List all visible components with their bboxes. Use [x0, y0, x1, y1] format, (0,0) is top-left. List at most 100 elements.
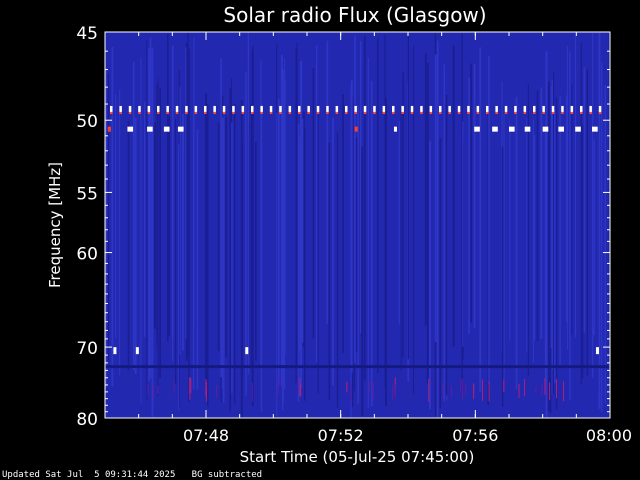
dotted-band-mark: [486, 105, 489, 112]
dotted-band-mark: [166, 105, 169, 112]
dotted-band-mark: [429, 105, 433, 112]
dotted-band-mark: [495, 105, 498, 112]
dotted-band-mark: [354, 105, 357, 112]
dotted-band-mark: [110, 105, 113, 112]
low-band-mark: [135, 347, 139, 355]
dotted-band-mark-red: [260, 111, 263, 114]
dotted-band-mark-red: [222, 111, 226, 114]
dotted-band-mark: [298, 105, 301, 112]
dotted-band-mark-red: [354, 111, 357, 114]
dotted-band-mark-red: [269, 111, 273, 114]
x-tick-label: 08:00: [586, 426, 632, 445]
dotted-band-mark: [204, 105, 207, 112]
band-segment: [393, 126, 397, 132]
dotted-band-mark: [288, 105, 292, 112]
dotted-band-mark-red: [598, 111, 602, 114]
dotted-band-mark-red: [439, 111, 442, 114]
dotted-band-mark: [476, 105, 480, 112]
dotted-band-mark-red: [166, 111, 169, 114]
dotted-band-mark-red: [392, 111, 395, 114]
x-tick-label: 07:52: [318, 426, 364, 445]
dotted-band-mark-red: [279, 111, 282, 114]
dotted-band-mark-red: [561, 111, 564, 114]
dotted-band-mark: [147, 105, 151, 112]
dotted-band-mark: [514, 105, 517, 112]
dotted-band-mark: [363, 105, 367, 112]
dotted-band-mark: [194, 105, 198, 112]
band-segment: [147, 126, 153, 132]
dotted-band-mark: [542, 105, 545, 112]
dotted-band-mark: [533, 105, 536, 112]
dotted-band-mark-red: [448, 111, 451, 114]
dotted-band-mark: [185, 105, 188, 112]
dotted-band-mark-red: [551, 111, 555, 114]
dotted-band-mark: [392, 105, 395, 112]
dotted-band-mark-red: [288, 111, 292, 114]
dotted-band-mark-red: [495, 111, 498, 114]
dotted-band-mark: [316, 105, 320, 112]
dotted-band-mark-red: [157, 111, 160, 114]
y-tick-label: 45: [76, 24, 98, 44]
x-tick-label: 07:56: [452, 426, 498, 445]
dotted-band-mark: [119, 105, 122, 112]
dotted-band-mark: [307, 105, 310, 112]
dotted-band-mark: [157, 105, 160, 112]
dotted-band-mark-red: [128, 111, 132, 114]
low-band-mark: [113, 347, 117, 355]
dotted-band-mark-red: [175, 111, 179, 114]
dotted-band-mark-red: [298, 111, 301, 114]
dotted-band-mark: [598, 105, 602, 112]
dotted-band-mark: [420, 105, 423, 112]
dotted-band-mark-red: [504, 111, 508, 114]
x-axis-label: Start Time (05-Jul-25 07:45:00): [240, 448, 475, 466]
dotted-band-mark-red: [533, 111, 536, 114]
dotted-band-mark: [373, 105, 376, 112]
band-segment: [575, 126, 581, 132]
dotted-band-mark-red: [410, 111, 414, 114]
dotted-band-mark: [551, 105, 555, 112]
dotted-band-mark-red: [241, 111, 245, 114]
dotted-band-mark: [504, 105, 508, 112]
dotted-band-mark-red: [420, 111, 423, 114]
y-tick-label: 60: [76, 245, 98, 265]
y-tick-label: 80: [76, 410, 98, 430]
dotted-band-mark: [467, 105, 470, 112]
footer-status: Updated Sat Jul 5 09:31:44 2025 BG subtr…: [2, 470, 263, 480]
dotted-band-mark: [561, 105, 564, 112]
spectrogram-chart: Solar radio Flux (Glasgow) 455055607080 …: [0, 0, 640, 480]
dotted-band-mark: [570, 105, 574, 112]
dotted-band-mark-red: [514, 111, 517, 114]
dotted-band-mark-red: [486, 111, 489, 114]
band-segment: [592, 126, 598, 132]
dotted-band-mark-red: [523, 111, 527, 114]
dotted-band-mark: [213, 105, 216, 112]
y-tick-label: 55: [76, 184, 98, 204]
dotted-band-mark-red: [401, 111, 404, 114]
band-segment: [474, 126, 480, 132]
dotted-band-mark-red: [429, 111, 433, 114]
band-segment: [354, 126, 358, 132]
dotted-band-mark-red: [467, 111, 470, 114]
dotted-band-mark-red: [194, 111, 198, 114]
dotted-band-mark: [401, 105, 404, 112]
dotted-band-mark: [232, 105, 235, 112]
low-band-mark: [595, 347, 599, 355]
band-segment: [509, 126, 515, 132]
dotted-band-mark: [269, 105, 273, 112]
dotted-band-mark: [138, 105, 141, 112]
dotted-band-mark-red: [185, 111, 188, 114]
dotted-band-mark-red: [476, 111, 480, 114]
dotted-band-mark-red: [307, 111, 310, 114]
dotted-band-mark: [222, 105, 226, 112]
y-tick-label: 50: [76, 112, 98, 132]
dotted-band-mark-red: [363, 111, 367, 114]
dotted-band-mark-red: [335, 111, 339, 114]
dotted-band-mark: [279, 105, 282, 112]
dotted-band-mark-red: [580, 111, 583, 114]
dotted-band-mark: [128, 105, 132, 112]
band-segment: [558, 126, 564, 132]
y-tick-label: 70: [76, 339, 98, 359]
dotted-band-mark-red: [119, 111, 122, 114]
x-tick-label: 07:48: [183, 426, 229, 445]
dotted-band-mark: [523, 105, 527, 112]
